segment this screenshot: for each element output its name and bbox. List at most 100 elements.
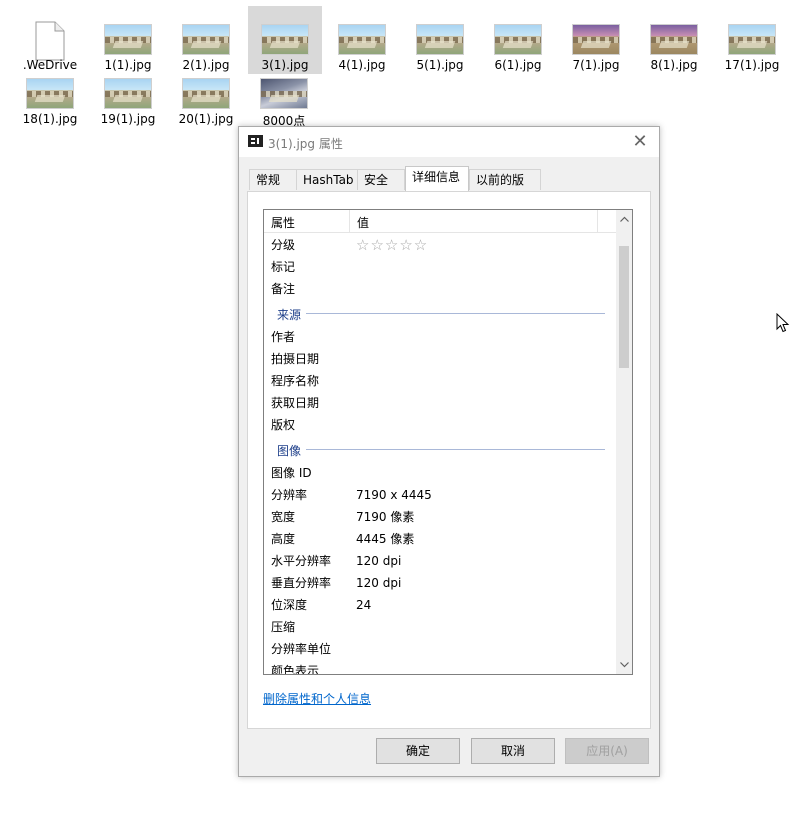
file-8[interactable]: 8(1).jpg [638, 10, 710, 72]
app-icon [248, 135, 263, 147]
group-divider [306, 313, 605, 314]
image-thumbnail [494, 24, 542, 55]
column-divider[interactable] [597, 210, 598, 232]
column-header-property[interactable]: 属性 [271, 214, 295, 231]
scroll-up-button[interactable] [616, 210, 632, 228]
tab-previous-versions[interactable]: 以前的版本 [469, 169, 541, 207]
property-value: 4445 像素 [356, 532, 415, 546]
property-name: 宽度 [271, 510, 296, 524]
property-value: 7190 x 4445 [356, 488, 432, 502]
file-name: 6(1).jpg [494, 58, 542, 72]
file-name: 18(1).jpg [22, 112, 78, 126]
file-wedrive[interactable]: .WeDrive [14, 10, 86, 72]
property-name: 分辨率 [271, 488, 308, 502]
close-button[interactable]: ✕ [629, 131, 651, 153]
remove-properties-link[interactable]: 删除属性和个人信息 [263, 690, 371, 707]
file-17[interactable]: 17(1).jpg [716, 10, 788, 72]
tab-hashtab[interactable]: HashTab [296, 169, 358, 190]
image-thumbnail [416, 24, 464, 55]
property-name: 程序名称 [271, 374, 320, 388]
file-19[interactable]: 19(1).jpg [92, 64, 164, 126]
tab-details[interactable]: 详细信息 [405, 166, 469, 191]
property-list[interactable]: 属性 值 分级 ☆☆☆☆☆ 标记 备注 来源 作者 拍摄日期 程序名称 获取日期… [263, 209, 633, 675]
row-copyright[interactable]: 版权 [264, 414, 616, 436]
property-name: 备注 [271, 282, 296, 296]
property-name: 获取日期 [271, 396, 320, 410]
row-image-id[interactable]: 图像 ID [264, 462, 616, 484]
group-label: 图像 [277, 444, 302, 458]
row-resolution-unit[interactable]: 分辨率单位 [264, 638, 616, 660]
property-name: 标记 [271, 260, 296, 274]
group-divider [306, 449, 605, 450]
property-name: 分级 [271, 238, 296, 252]
tab-general[interactable]: 常规 [249, 169, 297, 190]
file-name: 4(1).jpg [338, 58, 386, 72]
file-4[interactable]: 4(1).jpg [326, 10, 398, 72]
chevron-down-icon [619, 662, 629, 668]
row-tags[interactable]: 标记 [264, 256, 616, 278]
scrollbar-thumb[interactable] [619, 246, 629, 368]
image-thumbnail [104, 24, 152, 55]
file-name: 17(1).jpg [724, 58, 780, 72]
row-date-taken[interactable]: 拍摄日期 [264, 348, 616, 370]
row-date-acquired[interactable]: 获取日期 [264, 392, 616, 414]
row-author[interactable]: 作者 [264, 326, 616, 348]
file-7[interactable]: 7(1).jpg [560, 10, 632, 72]
image-thumbnail [572, 24, 620, 55]
property-name: 颜色表示 [271, 664, 320, 675]
mouse-cursor-icon [776, 313, 790, 333]
file-6[interactable]: 6(1).jpg [482, 10, 554, 72]
property-name: 高度 [271, 532, 296, 546]
title-bar[interactable]: 3(1).jpg 属性 ✕ [239, 127, 659, 157]
group-origin: 来源 [264, 302, 616, 324]
row-compression[interactable]: 压缩 [264, 616, 616, 638]
column-divider[interactable] [349, 210, 350, 232]
row-dimensions[interactable]: 分辨率 7190 x 4445 [264, 484, 616, 506]
row-vertical-resolution[interactable]: 垂直分辨率 120 dpi [264, 572, 616, 594]
row-rating[interactable]: 分级 ☆☆☆☆☆ [264, 234, 616, 256]
property-value: 120 dpi [356, 576, 402, 590]
rating-stars[interactable]: ☆☆☆☆☆ [356, 234, 428, 256]
apply-button[interactable]: 应用(A) [565, 738, 649, 764]
file-name: 8(1).jpg [650, 58, 698, 72]
chevron-up-icon [619, 216, 629, 222]
scroll-down-button[interactable] [616, 656, 632, 674]
image-thumbnail [261, 24, 309, 55]
file-5[interactable]: 5(1).jpg [404, 10, 476, 72]
details-panel: 属性 值 分级 ☆☆☆☆☆ 标记 备注 来源 作者 拍摄日期 程序名称 获取日期… [247, 191, 651, 729]
property-name: 图像 ID [271, 466, 312, 480]
image-thumbnail [650, 24, 698, 55]
ok-button[interactable]: 确定 [376, 738, 460, 764]
cancel-button[interactable]: 取消 [471, 738, 555, 764]
file-18[interactable]: 18(1).jpg [14, 64, 86, 126]
property-name: 版权 [271, 418, 296, 432]
row-program[interactable]: 程序名称 [264, 370, 616, 392]
file-8000[interactable]: 8000点 [248, 64, 320, 128]
row-horizontal-resolution[interactable]: 水平分辨率 120 dpi [264, 550, 616, 572]
tab-security[interactable]: 安全 [357, 169, 405, 190]
group-image: 图像 [264, 438, 616, 460]
property-name: 分辨率单位 [271, 642, 332, 656]
image-thumbnail [182, 78, 230, 109]
row-height[interactable]: 高度 4445 像素 [264, 528, 616, 550]
document-icon [35, 21, 65, 61]
vertical-scrollbar[interactable] [616, 210, 632, 674]
file-1[interactable]: 1(1).jpg [92, 10, 164, 72]
row-color-representation[interactable]: 颜色表示 [264, 660, 616, 675]
property-name: 作者 [271, 330, 296, 344]
list-header: 属性 值 [264, 210, 616, 233]
file-name: 7(1).jpg [572, 58, 620, 72]
image-thumbnail [728, 24, 776, 55]
dialog-title: 3(1).jpg 属性 [268, 137, 343, 151]
property-value: 7190 像素 [356, 510, 415, 524]
file-20[interactable]: 20(1).jpg [170, 64, 242, 126]
property-name: 垂直分辨率 [271, 576, 332, 590]
row-width[interactable]: 宽度 7190 像素 [264, 506, 616, 528]
property-value: 24 [356, 598, 372, 612]
row-comments[interactable]: 备注 [264, 278, 616, 300]
property-name: 水平分辨率 [271, 554, 332, 568]
group-label: 来源 [277, 308, 302, 322]
column-header-value[interactable]: 值 [357, 214, 369, 231]
file-2[interactable]: 2(1).jpg [170, 10, 242, 72]
row-bit-depth[interactable]: 位深度 24 [264, 594, 616, 616]
